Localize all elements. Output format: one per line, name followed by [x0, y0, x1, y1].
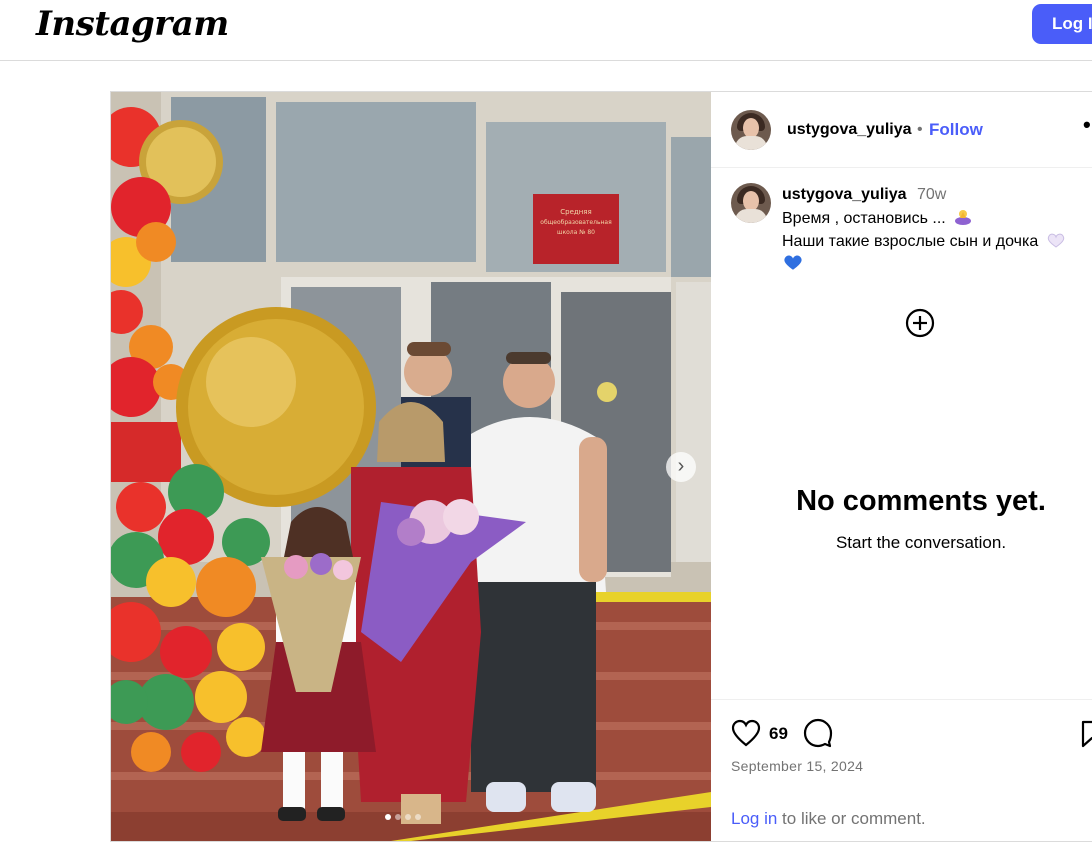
avatar-body: [735, 209, 767, 223]
post-username[interactable]: ustygova_yuliya: [787, 121, 912, 139]
bookmark-icon[interactable]: [1081, 720, 1092, 748]
caption-text-line-2: Наши такие взрослые сын и дочка: [782, 232, 1065, 251]
no-comments-title: No comments yet.: [796, 485, 1046, 517]
post-header: ustygova_yuliya • Follow •: [711, 92, 1092, 168]
comment-icon[interactable]: [803, 718, 833, 748]
photo-illustration: Средняя общеобразовательная школа № 80: [111, 92, 711, 841]
carousel-dot: [415, 814, 421, 820]
carousel-dot: [405, 814, 411, 820]
login-prompt: Log in to like or comment.: [731, 809, 926, 829]
heart-icon[interactable]: [731, 719, 761, 747]
separator-dot: •: [917, 121, 923, 138]
follow-button[interactable]: Follow: [929, 120, 983, 140]
carousel-dot: [385, 814, 391, 820]
more-icon[interactable]: •: [1083, 112, 1091, 138]
praying-emoji-icon: [955, 210, 972, 225]
svg-text:Средняя: Средняя: [560, 208, 591, 216]
post-date[interactable]: September 15, 2024: [731, 758, 863, 774]
blue-heart-icon: [784, 255, 802, 270]
post-actions: 69 September 15, 2024 Log in to like or …: [711, 699, 1092, 841]
white-heart-icon: [1047, 233, 1064, 248]
login-button[interactable]: Log I: [1032, 4, 1092, 44]
caption-username[interactable]: ustygova_yuliya: [782, 186, 907, 204]
svg-text:школа № 80: школа № 80: [557, 229, 595, 236]
avatar-body: [735, 136, 767, 150]
caption-text: Время , остановись ...: [782, 210, 946, 227]
caption-text: Наши такие взрослые сын и дочка: [782, 233, 1039, 250]
instagram-logo[interactable]: Instagram: [36, 4, 229, 44]
svg-text:общеобразовательная: общеобразовательная: [540, 219, 612, 226]
avatar-face: [743, 191, 759, 211]
carousel-dot: [395, 814, 401, 820]
carousel-dots: [385, 814, 421, 820]
avatar[interactable]: [731, 110, 771, 150]
like-count[interactable]: 69: [769, 724, 788, 744]
no-comments-subtitle: Start the conversation.: [835, 533, 1007, 552]
chevron-right-icon: ›: [677, 455, 685, 477]
login-prompt-text: to like or comment.: [777, 809, 926, 828]
caption-text-line-1: Время , остановись ...: [782, 209, 972, 228]
login-link[interactable]: Log in: [731, 809, 777, 828]
caption-timestamp[interactable]: 70w: [917, 186, 946, 204]
post-side-panel: ustygova_yuliya • Follow • ustygova_yuli…: [711, 92, 1092, 841]
post-photo[interactable]: Средняя общеобразовательная школа № 80 ›: [111, 92, 711, 841]
top-bar: Instagram Log I: [0, 0, 1092, 61]
plus-circle-icon[interactable]: [905, 308, 935, 338]
next-photo-button[interactable]: ›: [666, 452, 696, 482]
avatar-face: [743, 118, 759, 138]
post-card: Средняя общеобразовательная школа № 80 ›…: [110, 91, 1092, 842]
caption-avatar[interactable]: [731, 183, 771, 223]
